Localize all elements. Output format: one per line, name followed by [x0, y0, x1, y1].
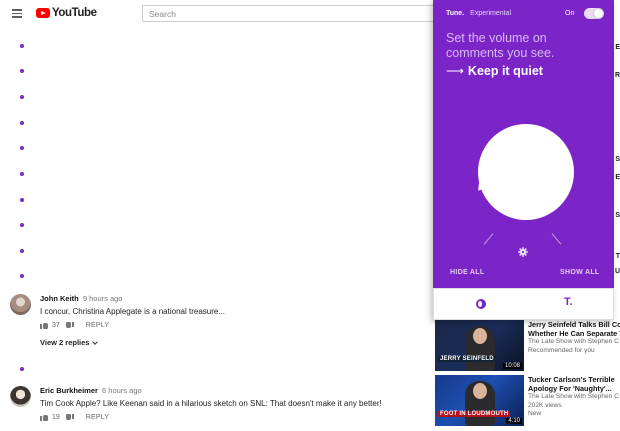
video-thumbnail[interactable]: JERRY SEINFELD 10:08 [435, 320, 524, 371]
comment-text: Tim Cook Apple? Like Keenan said in a hi… [40, 399, 382, 408]
video-title-cont[interactable]: Apology For 'Naughty'... [528, 384, 620, 393]
thumbnail-caption: JERRY SEINFELD [438, 356, 496, 362]
video-title-cont[interactable]: Whether He Can Separate T [528, 329, 620, 338]
thumbs-up-icon[interactable] [40, 322, 48, 329]
tune-home-icon[interactable] [476, 299, 486, 309]
screen: YouTube Search John Keith 9 hours ago I … [0, 0, 620, 431]
video-duration: 4:10 [506, 418, 522, 424]
view-replies-label: View 2 replies [40, 338, 90, 347]
video-meta: 202K views [528, 401, 562, 409]
comment-marker[interactable] [20, 95, 24, 99]
thumbs-down-icon[interactable] [66, 414, 74, 421]
enable-toggle[interactable] [584, 8, 604, 19]
video-info: Jerry Seinfeld Talks Bill Co Whether He … [528, 320, 620, 355]
comment-marker[interactable] [20, 44, 24, 48]
settings-gear-icon[interactable] [518, 247, 528, 257]
thumbnail-caption: FOOT IN LOUDMOUTH [438, 411, 511, 417]
comment-text: I concur, Christina Applegate is a natio… [40, 307, 225, 316]
tune-extension-popup: Tune. Experimental On Set the volume on c… [433, 0, 614, 320]
video-channel[interactable]: The Late Show with Stephen C [528, 393, 620, 402]
video-meta: Recommended for you [528, 346, 595, 354]
toggle-label: On [565, 10, 575, 17]
comment-marker[interactable] [20, 69, 24, 73]
reply-button[interactable]: REPLY [86, 322, 109, 329]
extension-cta: ⟶ Keep it quiet [446, 63, 543, 78]
comment-marker[interactable] [20, 249, 24, 253]
sidebar-fragment: T [615, 253, 620, 260]
new-badge: New [528, 410, 542, 417]
video-title[interactable]: Tucker Carlson's Terrible [528, 375, 620, 384]
comment-marker[interactable] [20, 367, 24, 371]
sidebar-fragment: E [615, 174, 620, 181]
comment-actions: 19 REPLY [40, 414, 109, 421]
thumbs-down-icon[interactable] [66, 322, 74, 329]
extension-brand: Tune. Experimental [446, 10, 511, 17]
extension-footer: T. [433, 288, 614, 320]
thumbnail-face [473, 383, 487, 399]
sidebar-fragment: S [615, 212, 620, 219]
comment-marker[interactable] [20, 198, 24, 202]
dial-tick-right [551, 233, 562, 245]
volume-dial[interactable] [478, 124, 574, 220]
chevron-down-icon [92, 339, 99, 345]
comment-marker[interactable] [20, 223, 24, 227]
comment-author[interactable]: John Keith [40, 294, 79, 303]
youtube-logo-text: YouTube [52, 7, 97, 19]
video-duration: 10:08 [502, 363, 522, 369]
youtube-play-icon [36, 8, 50, 18]
video-info: Tucker Carlson's Terrible Apology For 'N… [528, 375, 620, 419]
comment-marker[interactable] [20, 146, 24, 150]
comment-marker[interactable] [20, 274, 24, 278]
cta-text: Keep it quiet [467, 64, 543, 78]
thumbnail-face [473, 328, 487, 344]
sidebar-fragment: U [614, 268, 620, 275]
like-count: 19 [52, 414, 60, 421]
view-replies-button[interactable]: View 2 replies [40, 338, 99, 347]
toggle-knob [594, 9, 603, 18]
extension-headline: Set the volume on comments you see. [446, 31, 555, 60]
sidebar-fragment: S [615, 156, 620, 163]
comment-time[interactable]: 6 hours ago [102, 386, 142, 395]
sidebar-fragment: E [615, 44, 620, 51]
arrow-right-icon: ⟶ [446, 64, 464, 78]
show-all-button[interactable]: SHOW ALL [560, 269, 599, 276]
menu-icon[interactable] [12, 9, 22, 18]
avatar[interactable] [10, 294, 31, 315]
comment-author[interactable]: Eric Burkheimer [40, 386, 98, 395]
comment-header: John Keith 9 hours ago [40, 294, 122, 303]
like-count: 37 [52, 322, 60, 329]
youtube-logo[interactable]: YouTube [36, 7, 97, 19]
comment-actions: 37 REPLY [40, 322, 109, 329]
brand-mode: Experimental [470, 10, 512, 17]
thumbs-up-icon[interactable] [40, 414, 48, 421]
tune-logo-tab[interactable]: T. [564, 296, 573, 308]
comment-time[interactable]: 9 hours ago [83, 294, 123, 303]
sidebar-fragment: R [614, 72, 620, 79]
sidebar-video[interactable]: JERRY SEINFELD 10:08 Jerry Seinfeld Talk… [433, 320, 620, 373]
avatar[interactable] [10, 386, 31, 407]
comment-marker[interactable] [20, 172, 24, 176]
search-input[interactable]: Search [142, 5, 442, 22]
hide-all-button[interactable]: HIDE ALL [450, 269, 484, 276]
brand-name: Tune. [446, 10, 465, 17]
sidebar-video[interactable]: FOOT IN LOUDMOUTH 4:10 Tucker Carlson's … [433, 375, 620, 428]
video-title[interactable]: Jerry Seinfeld Talks Bill Co [528, 320, 620, 329]
video-thumbnail[interactable]: FOOT IN LOUDMOUTH 4:10 [435, 375, 524, 426]
video-channel[interactable]: The Late Show with Stephen C [528, 338, 620, 347]
comment-marker[interactable] [20, 121, 24, 125]
comment-header: Eric Burkheimer 6 hours ago [40, 386, 142, 395]
reply-button[interactable]: REPLY [86, 414, 109, 421]
dial-tick-left [483, 233, 494, 245]
